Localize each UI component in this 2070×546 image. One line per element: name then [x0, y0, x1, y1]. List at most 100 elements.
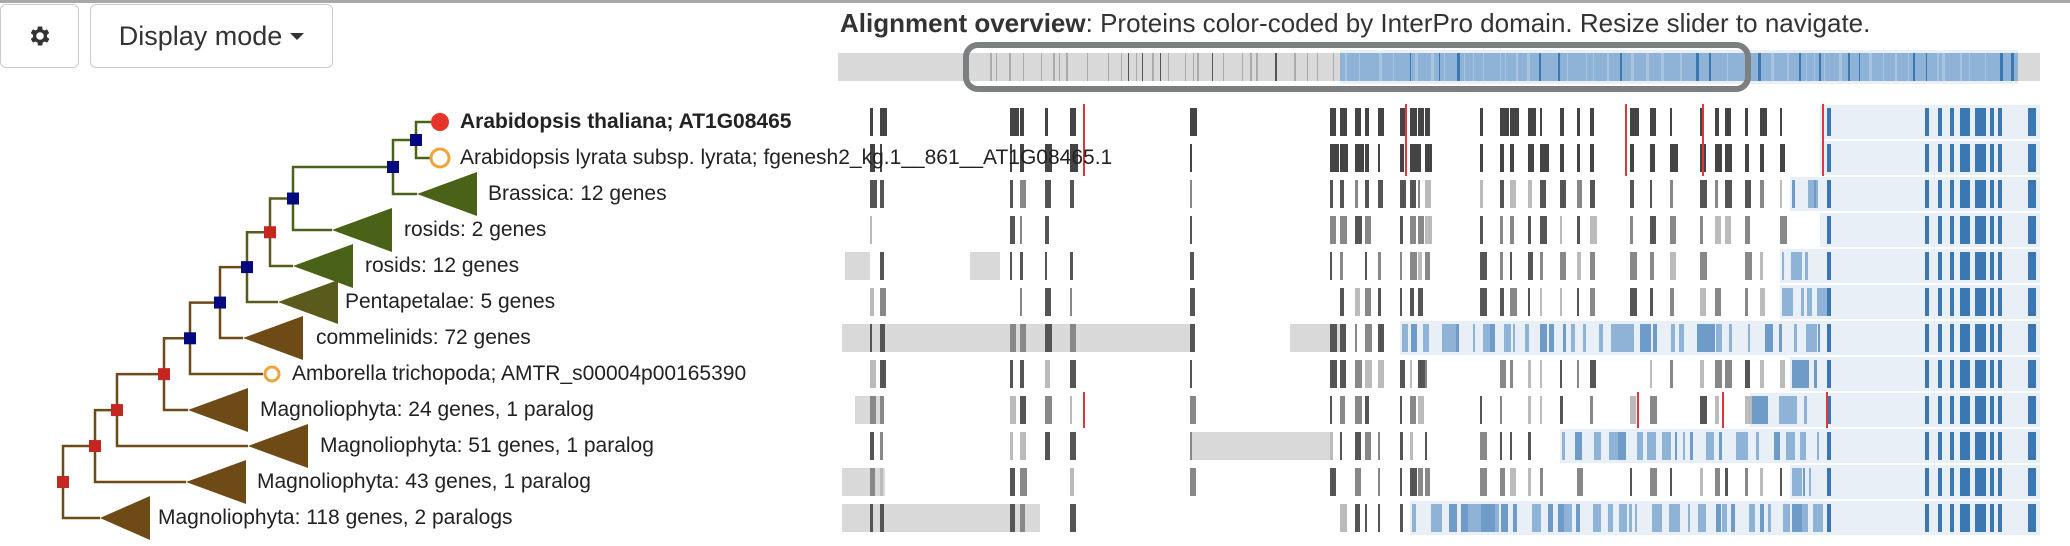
- gene-label[interactable]: Arabidopsis thaliana; AT1G08465: [460, 109, 791, 135]
- alignment-block: [1020, 324, 1026, 352]
- domain-block: [1998, 108, 2002, 136]
- speciation-node[interactable]: [241, 261, 253, 274]
- overview-tick: [1500, 53, 1501, 81]
- alignment-block: [1010, 108, 1019, 136]
- domain-block: [1950, 252, 1954, 280]
- clade-label[interactable]: Magnoliophyta: 118 genes, 2 paralogs: [158, 505, 513, 531]
- alignment-block: [1365, 216, 1371, 244]
- collapsed-clade-icon[interactable]: [243, 316, 303, 360]
- duplication-node[interactable]: [264, 226, 276, 239]
- overview-tick: [1242, 53, 1243, 81]
- alignment-block: [1365, 252, 1367, 280]
- clade-label[interactable]: Magnoliophyta: 43 genes, 1 paralog: [257, 469, 591, 495]
- alignment-block: [1745, 108, 1748, 136]
- alignment-block: [1070, 324, 1076, 352]
- domain-block: [1563, 324, 1566, 352]
- alignment-block: [1355, 216, 1362, 244]
- domain-block: [1671, 324, 1675, 352]
- alignment-block: [1528, 396, 1531, 424]
- speciation-node[interactable]: [214, 296, 226, 309]
- duplication-node[interactable]: [89, 440, 101, 453]
- clade-label[interactable]: Magnoliophyta: 24 genes, 1 paralog: [260, 397, 594, 423]
- alignment-block: [1560, 216, 1562, 244]
- alignment-block: [1355, 468, 1361, 496]
- domain-block: [1998, 360, 2002, 388]
- collapsed-clade-icon[interactable]: [332, 208, 392, 252]
- alignment-block: [1670, 180, 1673, 208]
- speciation-node[interactable]: [387, 161, 399, 173]
- alignment-block: [1378, 432, 1380, 460]
- alignment-block: [1010, 396, 1016, 424]
- domain-block: [1722, 504, 1727, 532]
- alignment-block: [1045, 432, 1050, 460]
- collapsed-clade-icon[interactable]: [186, 460, 246, 504]
- clade-label[interactable]: Pentapetalae: 5 genes: [345, 289, 555, 315]
- alignment-block: [1650, 108, 1656, 136]
- leaf-icon[interactable]: [429, 147, 451, 169]
- clade-label[interactable]: commelinids: 72 genes: [316, 325, 531, 351]
- collapsed-clade-icon[interactable]: [188, 388, 248, 432]
- alignment-block: [870, 432, 874, 460]
- domain-block: [2032, 504, 2036, 532]
- alignment-block: [1725, 468, 1728, 496]
- alignment-block: [1418, 216, 1424, 244]
- domain-block: [1635, 504, 1637, 532]
- overview-tick: [1985, 53, 1986, 81]
- alignment-block: [1425, 108, 1430, 136]
- domain-block: [1960, 108, 1970, 136]
- domain-block: [1564, 504, 1572, 532]
- alignment-block: [1410, 144, 1419, 172]
- alignment-block: [1355, 180, 1358, 208]
- collapsed-clade-icon[interactable]: [248, 424, 308, 468]
- duplication-node[interactable]: [57, 476, 69, 489]
- alignment-block: [1418, 396, 1424, 424]
- alignment-block: [1355, 504, 1360, 532]
- domain-block: [1624, 324, 1634, 352]
- alignment-block: [1715, 108, 1719, 136]
- alignment-block: [1630, 252, 1637, 280]
- speciation-node[interactable]: [287, 192, 299, 205]
- gene-label[interactable]: Amborella trichopoda; AMTR_s00004p001653…: [292, 361, 746, 387]
- domain-block: [1982, 468, 1986, 496]
- domain-block: [1768, 504, 1771, 532]
- domain-block: [1925, 180, 1929, 208]
- alignment-block: [1630, 144, 1634, 172]
- alignment-block: [1510, 288, 1517, 316]
- alignment-block: [1190, 324, 1195, 352]
- alignment-block: [1745, 252, 1752, 280]
- alignment-block: [1020, 108, 1024, 136]
- domain-block: [1594, 432, 1601, 460]
- alignment-block: [870, 504, 873, 532]
- collapsed-clade-icon[interactable]: [417, 172, 477, 216]
- domain-block: [1990, 432, 1994, 460]
- query-leaf-icon[interactable]: [431, 113, 449, 131]
- alignment-block: [1670, 360, 1673, 388]
- alignment-block: [1425, 216, 1432, 244]
- alignment-block: [1510, 144, 1514, 172]
- alignment-track: [845, 249, 2040, 283]
- alignment-block: [1400, 180, 1406, 208]
- domain-block: [1782, 288, 1793, 316]
- domain-block: [1809, 468, 1811, 496]
- alignment-block: [1020, 396, 1026, 424]
- duplication-node[interactable]: [158, 368, 170, 381]
- alignment-block: [1500, 144, 1504, 172]
- speciation-node[interactable]: [184, 332, 196, 345]
- gene-label[interactable]: Arabidopsis lyrata subsp. lyrata; fgenes…: [460, 145, 1112, 171]
- speciation-node[interactable]: [410, 134, 422, 146]
- alignment-block: [1010, 180, 1013, 208]
- duplication-node[interactable]: [111, 404, 123, 417]
- domain-block: [1938, 180, 1942, 208]
- collapsed-clade-icon[interactable]: [293, 244, 353, 288]
- collapsed-clade-icon[interactable]: [100, 496, 150, 540]
- clade-label[interactable]: rosids: 2 genes: [404, 217, 546, 243]
- collapsed-clade-icon[interactable]: [278, 280, 338, 324]
- clade-label[interactable]: Magnoliophyta: 51 genes, 1 paralog: [320, 433, 654, 459]
- domain-block: [1716, 324, 1722, 352]
- leaf-icon[interactable]: [263, 365, 281, 383]
- domain-block: [1960, 396, 1970, 424]
- domain-block: [1982, 180, 1986, 208]
- clade-label[interactable]: Brassica: 12 genes: [488, 181, 667, 207]
- alignment-block: [1365, 504, 1367, 532]
- clade-label[interactable]: rosids: 12 genes: [365, 253, 519, 279]
